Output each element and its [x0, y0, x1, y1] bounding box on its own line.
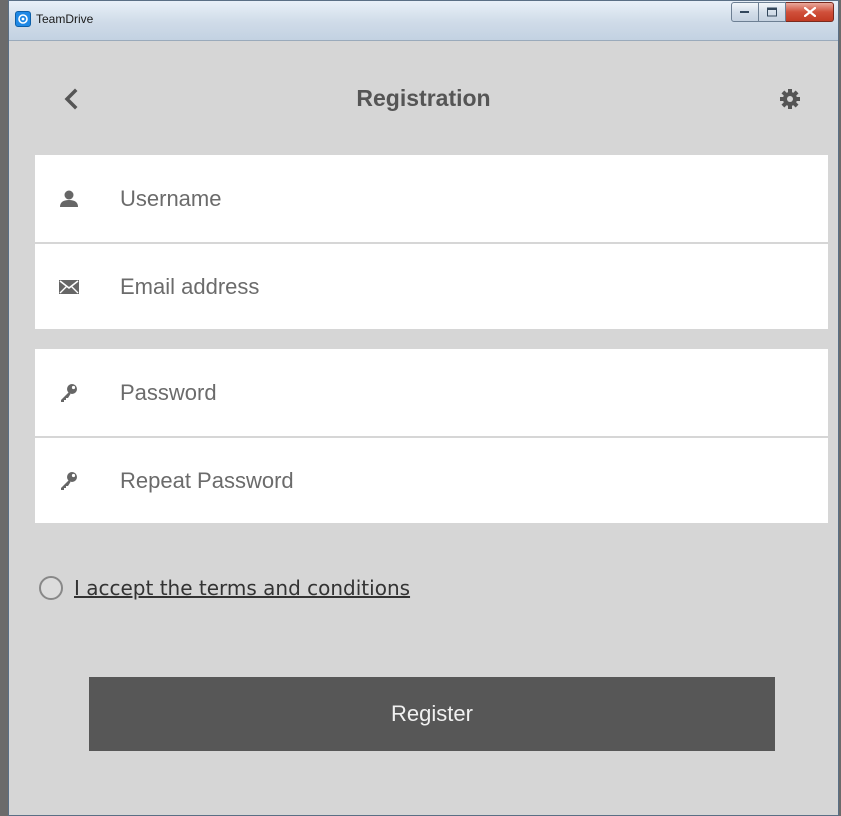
- password-fields-group: [35, 349, 828, 523]
- key-icon: [57, 381, 81, 405]
- close-icon: [803, 7, 816, 17]
- register-button[interactable]: Register: [89, 677, 775, 751]
- teamdrive-logo-icon: [15, 11, 31, 27]
- maximize-icon: [767, 7, 777, 17]
- page-title: Registration: [356, 85, 491, 111]
- minimize-button[interactable]: [731, 2, 759, 22]
- user-icon: [57, 187, 81, 211]
- app-window: TeamDrive Registration Username Email ad…: [8, 0, 839, 816]
- repeat-password-field-row: [35, 436, 828, 523]
- email-input[interactable]: [120, 244, 810, 329]
- password-input[interactable]: [120, 349, 810, 436]
- terms-link[interactable]: I accept the terms and conditions: [74, 576, 410, 600]
- title-bar[interactable]: TeamDrive: [9, 1, 838, 41]
- password-field-row: [35, 349, 828, 436]
- username-input[interactable]: [120, 155, 810, 242]
- minimize-icon: [740, 11, 749, 13]
- terms-checkbox-row[interactable]: I accept the terms and conditions: [39, 573, 410, 603]
- close-button[interactable]: [786, 2, 834, 22]
- maximize-button[interactable]: [759, 2, 786, 22]
- page-header: Registration: [9, 41, 838, 155]
- terms-radio[interactable]: [39, 576, 63, 600]
- settings-button[interactable]: [774, 83, 806, 115]
- repeat-password-input[interactable]: [120, 438, 810, 523]
- window-controls: [731, 2, 834, 22]
- key-icon: [57, 469, 81, 493]
- account-fields-group: [35, 155, 828, 329]
- username-field-row: [35, 155, 828, 242]
- gear-icon: [780, 89, 800, 109]
- email-field-row: [35, 242, 828, 329]
- window-title: TeamDrive: [36, 12, 94, 26]
- envelope-icon: [57, 275, 81, 299]
